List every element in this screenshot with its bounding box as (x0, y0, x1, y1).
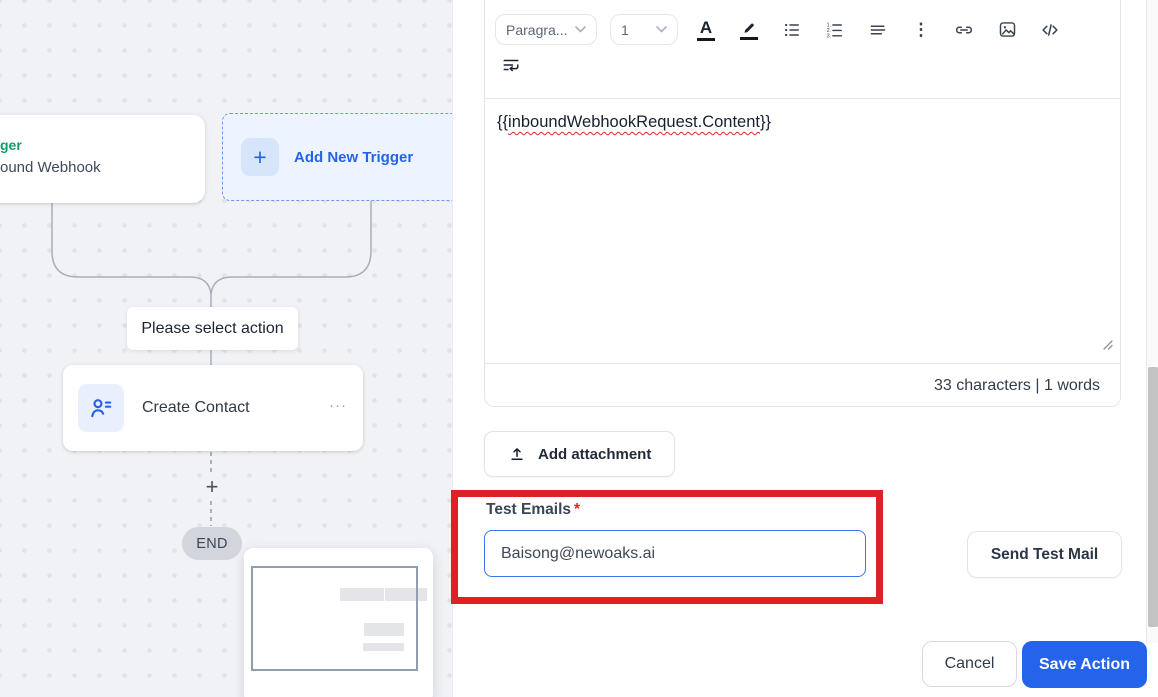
action-settings-panel: Paragra... 1 A 1. 2. 3. ⋮ {{inboundWebho… (452, 0, 1158, 697)
minimap-viewport[interactable] (251, 566, 418, 671)
paragraph-style-select[interactable]: Paragra... (495, 14, 597, 45)
select-action-tooltip: Please select action (127, 307, 298, 350)
required-asterisk: * (574, 501, 581, 518)
test-emails-label: Test Emails * (486, 501, 581, 518)
panel-scrollbar[interactable] (1146, 0, 1158, 643)
cancel-button[interactable]: Cancel (922, 641, 1017, 687)
merge-field-text: {{inboundWebhookRequest.Content}} (497, 113, 772, 131)
add-attachment-label: Add attachment (538, 445, 652, 463)
editor-toolbar: Paragra... 1 A 1. 2. 3. ⋮ (485, 0, 1120, 98)
chevron-down-icon (656, 26, 667, 33)
end-badge: END (182, 527, 242, 560)
send-test-mail-button[interactable]: Send Test Mail (967, 531, 1122, 578)
node-menu-icon[interactable]: ··· (329, 397, 347, 414)
test-emails-input[interactable] (484, 530, 866, 577)
save-action-button[interactable]: Save Action (1022, 641, 1147, 688)
add-new-trigger-label: Add New Trigger (294, 148, 414, 166)
create-contact-node[interactable]: Create Contact ··· (63, 365, 363, 451)
trigger-node[interactable]: ger ound Webhook (0, 115, 205, 203)
scrollbar-thumb[interactable] (1148, 367, 1158, 627)
character-count: 33 characters | 1 words (485, 363, 1120, 407)
more-options-icon[interactable]: ⋮ (909, 18, 933, 42)
create-contact-label: Create Contact (142, 399, 250, 416)
insert-step-plus-icon[interactable]: + (199, 474, 225, 500)
upload-icon (511, 448, 523, 460)
code-icon[interactable] (1038, 18, 1062, 42)
plus-icon: + (241, 138, 279, 176)
add-attachment-button[interactable]: Add attachment (484, 431, 676, 477)
image-icon[interactable] (995, 18, 1019, 42)
trigger-node-subtitle: ound Webhook (0, 159, 101, 176)
text-wrap-icon[interactable] (499, 53, 523, 77)
svg-text:3.: 3. (827, 33, 832, 39)
paragraph-style-value: Paragra... (506, 21, 568, 38)
rich-text-editor: Paragra... 1 A 1. 2. 3. ⋮ {{inboundWebho… (484, 0, 1121, 407)
align-icon[interactable] (866, 18, 890, 42)
resize-handle[interactable] (1101, 336, 1113, 355)
contact-icon (78, 384, 124, 432)
text-color-icon[interactable]: A (694, 18, 718, 42)
email-body-editor[interactable]: {{inboundWebhookRequest.Content}} (485, 98, 1120, 363)
link-icon[interactable] (952, 18, 976, 42)
font-size-value: 1 (621, 21, 629, 38)
font-size-select[interactable]: 1 (610, 14, 678, 45)
bullet-list-icon[interactable] (780, 18, 804, 42)
chevron-down-icon (575, 26, 586, 33)
highlight-icon[interactable] (737, 18, 761, 42)
ordered-list-icon[interactable]: 1. 2. 3. (823, 18, 847, 42)
minimap[interactable] (244, 548, 433, 697)
add-new-trigger-button[interactable]: + Add New Trigger (222, 113, 462, 201)
trigger-node-title: ger (0, 137, 22, 153)
